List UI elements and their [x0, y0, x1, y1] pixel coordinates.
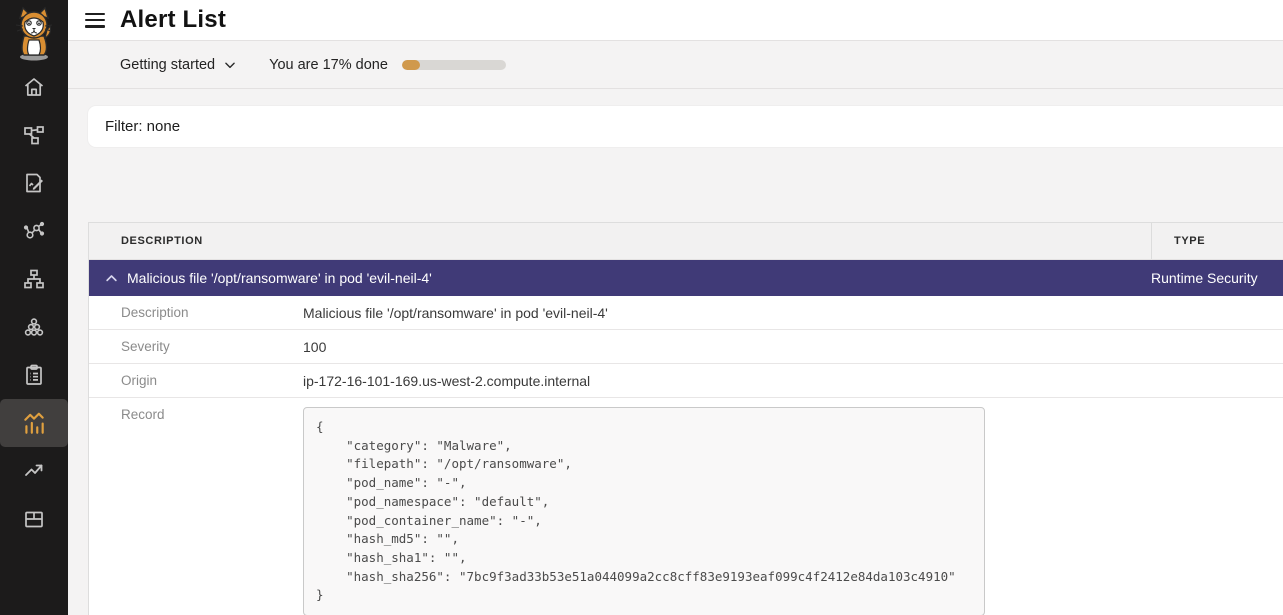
cluster-icon: [22, 315, 46, 339]
cat-mascot-logo: [8, 5, 60, 63]
hierarchy-icon: [22, 267, 46, 291]
sidebar-nav: [0, 63, 68, 543]
progress-bar: [402, 60, 506, 70]
sidebar-item-home[interactable]: [0, 63, 68, 111]
checklist-icon: [22, 363, 46, 387]
policy-editor-icon: [22, 171, 46, 195]
topology-icon: [22, 123, 46, 147]
analytics-icon: [21, 410, 47, 436]
getting-started-label[interactable]: Getting started: [120, 57, 215, 73]
detail-label: Record: [89, 407, 303, 422]
alert-details-panel: Description Malicious file '/opt/ransomw…: [89, 296, 1283, 615]
column-header-description[interactable]: DESCRIPTION: [89, 223, 1151, 259]
sidebar-item-alerts-active[interactable]: [0, 399, 68, 447]
detail-row-origin: Origin ip-172-16-101-169.us-west-2.compu…: [89, 364, 1283, 398]
sidebar-item-packages[interactable]: [0, 495, 68, 543]
content-area: Filter: none DESCRIPTION TYPE Malicious …: [68, 89, 1283, 615]
table-header-row: DESCRIPTION TYPE: [89, 223, 1283, 260]
top-header: Alert List: [68, 0, 1283, 40]
package-icon: [22, 507, 46, 531]
filter-label: Filter: none: [105, 118, 180, 135]
detail-label: Description: [89, 305, 303, 320]
detail-value: ip-172-16-101-169.us-west-2.compute.inte…: [303, 373, 590, 389]
filter-bar[interactable]: Filter: none: [88, 106, 1283, 147]
hamburger-menu-icon[interactable]: [85, 13, 105, 28]
alert-table: DESCRIPTION TYPE Malicious file '/opt/ra…: [88, 222, 1283, 615]
getting-started-bar: Getting started You are 17% done: [68, 40, 1283, 89]
detail-label: Origin: [89, 373, 303, 388]
detail-row-severity: Severity 100: [89, 330, 1283, 364]
network-graph-icon: [22, 219, 46, 243]
record-json-block: { "category": "Malware", "filepath": "/o…: [303, 407, 985, 615]
alert-description: Malicious file '/opt/ransomware' in pod …: [127, 270, 432, 286]
sidebar-item-policy-editor[interactable]: [0, 159, 68, 207]
detail-value: Malicious file '/opt/ransomware' in pod …: [303, 305, 608, 321]
sidebar: [0, 0, 68, 615]
trend-icon: [22, 459, 46, 483]
sidebar-item-hierarchy[interactable]: [0, 255, 68, 303]
column-header-type[interactable]: TYPE: [1151, 223, 1283, 259]
app-window: Alert List Getting started You are 17% d…: [0, 0, 1283, 615]
page-title: Alert List: [120, 6, 226, 34]
detail-row-record: Record { "category": "Malware", "filepat…: [89, 398, 1283, 615]
detail-label: Severity: [89, 339, 303, 354]
sidebar-item-cluster[interactable]: [0, 303, 68, 351]
sidebar-item-trends[interactable]: [0, 447, 68, 495]
sidebar-item-checklist[interactable]: [0, 351, 68, 399]
sidebar-item-network-graph[interactable]: [0, 207, 68, 255]
detail-row-description: Description Malicious file '/opt/ransomw…: [89, 296, 1283, 330]
home-icon: [22, 75, 46, 99]
chevron-up-icon[interactable]: [99, 266, 123, 290]
sidebar-item-topology[interactable]: [0, 111, 68, 159]
progress-label: You are 17% done: [269, 57, 388, 73]
table-row-alert[interactable]: Malicious file '/opt/ransomware' in pod …: [89, 260, 1283, 296]
alert-type: Runtime Security: [1129, 260, 1283, 296]
detail-value: 100: [303, 339, 326, 355]
chevron-down-icon[interactable]: [223, 58, 237, 72]
progress-fill: [402, 60, 420, 70]
main-area: Alert List Getting started You are 17% d…: [68, 0, 1283, 615]
